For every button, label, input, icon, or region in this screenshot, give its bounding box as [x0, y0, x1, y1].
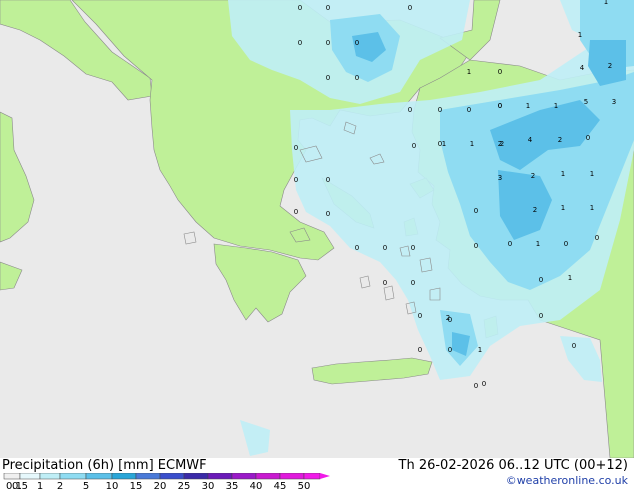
legend-swatch [159, 473, 185, 480]
precip-value-label: 0 [355, 244, 359, 252]
precip-value-label: 0 [508, 240, 512, 248]
legend-swatch [231, 473, 257, 480]
legend-swatch [183, 473, 209, 480]
legend-swatch [303, 473, 321, 480]
legend-swatch [111, 473, 137, 480]
precip-value-label: 0 [326, 4, 330, 12]
precip-value-label: 3 [612, 98, 616, 106]
precip-value-label: 0 [418, 312, 422, 320]
precip-value-label: 0 [326, 176, 330, 184]
precip-value-label: 1 [526, 102, 530, 110]
legend-overflow-arrow [320, 473, 330, 479]
precip-value-label: 0 [572, 342, 576, 350]
precip-value-label: 1 [590, 170, 594, 178]
precip-value-label: 1 [442, 140, 446, 148]
precip-value-label: 3 [498, 174, 502, 182]
legend-swatch [3, 473, 21, 480]
precip-value-label: 1 [568, 274, 572, 282]
precip-value-label: 0 [383, 244, 387, 252]
precip-value-label: 0 [498, 102, 502, 110]
legend-tick-label: 15 [130, 481, 143, 490]
legend-swatch [59, 473, 87, 480]
precip-value-label: 0 [498, 68, 502, 76]
precip-value-label: 0 [586, 134, 590, 142]
footer-bar: Precipitation (6h) [mm] ECMWF Th 26-02-2… [0, 458, 634, 490]
precip-value-label: 0 [539, 312, 543, 320]
precip-value-label: 4 [580, 64, 585, 72]
precip-value-label: 1 [470, 140, 474, 148]
precip-value-label: 0 [326, 39, 330, 47]
precip-value-label: 0 [408, 106, 412, 114]
precip-value-label: 0 [383, 279, 387, 287]
precip-value-label: 0 [326, 210, 330, 218]
legend-tick-label: 2 [57, 481, 63, 490]
legend-tick-label: 25 [178, 481, 191, 490]
precipitation-map: 0 0 0 1 0 0 0 1 0 0 1 0 0 4 2 0 0 0 0 0 2 1 1 5 3 0 1 1 2 4 2 0 0 0 0 3 2 1 1 0… [0, 0, 634, 458]
legend-swatch [135, 473, 161, 480]
legend-swatch [255, 473, 281, 480]
precip-value-label: 1 [554, 102, 558, 110]
legend-tick-label: 30 [202, 481, 215, 490]
legend-tick-label: 45 [274, 481, 287, 490]
precip-value-label: 2 [608, 62, 612, 70]
precip-value-label: 0 [539, 276, 543, 284]
precip-value-label: 0 [355, 39, 359, 47]
precip-value-label: 0 [564, 240, 568, 248]
precip-value-label: 0 [474, 242, 478, 250]
precip-value-label: 0 [412, 142, 416, 150]
precip-value-label: 1 [604, 0, 608, 6]
precip-value-label: 2 [558, 136, 562, 144]
precip-value-label: 0 [474, 207, 478, 215]
precip-value-label: 2 [500, 140, 504, 148]
valid-time: Th 26-02-2026 06..12 UTC (00+12) [398, 458, 629, 473]
precip-value-label: 2 [531, 172, 535, 180]
precip-value-label: 1 [590, 204, 594, 212]
precip-value-label: 4 [528, 136, 533, 144]
precip-value-label: 0 [294, 208, 298, 216]
precip-value-label: 0 [298, 39, 302, 47]
site-credit[interactable]: ©weatheronline.co.uk [506, 474, 628, 487]
precip-value-label: 1 [467, 68, 471, 76]
precip-value-label: 0 [482, 380, 486, 388]
legend-swatch [19, 473, 41, 480]
legend-tick-label: 10 [106, 481, 119, 490]
precip-value-label: 0 [411, 279, 415, 287]
precip-value-label: 5 [584, 98, 588, 106]
map-title: Precipitation (6h) [mm] ECMWF [2, 458, 207, 473]
legend-tick-label: 0.5 [12, 481, 28, 490]
precip-value-label: 0 [467, 106, 471, 114]
precip-value-label: 0 [408, 4, 412, 12]
precip-value-label: 0 [294, 144, 298, 152]
legend-tick-label: 50 [298, 481, 311, 490]
legend-tick-label: 35 [226, 481, 239, 490]
precip-value-label: 2 [446, 314, 450, 322]
precip-value-label: 0 [298, 4, 302, 12]
precip-value-label: 0 [294, 176, 298, 184]
precip-value-label: 0 [448, 346, 452, 354]
precip-value-label: 0 [418, 346, 422, 354]
precip-value-label: 2 [533, 206, 537, 214]
precip-value-label: 0 [326, 74, 330, 82]
precip-value-label: 1 [561, 170, 565, 178]
legend-swatch [85, 473, 113, 480]
legend-tick-label: 20 [154, 481, 167, 490]
precip-value-label: 1 [561, 204, 565, 212]
legend-tick-label: 40 [250, 481, 263, 490]
legend-tick-label: 5 [83, 481, 89, 490]
precip-value-label: 0 [438, 106, 442, 114]
legend-swatch [279, 473, 305, 480]
precip-value-label: 0 [411, 244, 415, 252]
precip-value-label: 0 [595, 234, 599, 242]
precip-value-label: 1 [478, 346, 482, 354]
precip-value-label: 0 [355, 74, 359, 82]
precip-value-label: 1 [536, 240, 540, 248]
legend-swatch [207, 473, 233, 480]
legend-tick-label: 1 [37, 481, 43, 490]
precip-value-label: 1 [578, 31, 582, 39]
precip-legend: 0.10.5 1 2 5 10 15 20 25 30 35 40 45 50 [3, 473, 330, 490]
precip-value-label: 0 [474, 382, 478, 390]
legend-swatch [39, 473, 61, 480]
